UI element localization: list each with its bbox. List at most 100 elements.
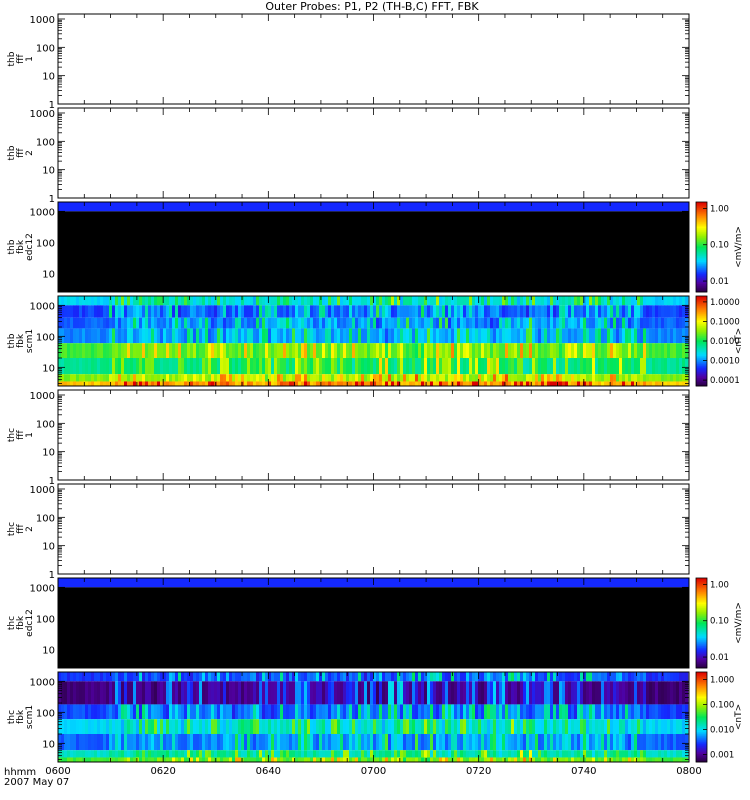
spectral-cell [190,704,194,720]
spectral-cell [619,681,623,705]
spectral-cell [595,305,599,318]
spectral-cell [538,757,542,762]
spectral-cell [268,681,272,705]
spectral-cell [253,296,257,306]
y-axis-label-line: 1 [25,56,35,62]
spectral-cell [304,704,308,720]
spectral-cell [640,734,644,751]
spectral-cell [226,757,230,762]
spectral-cell [322,317,326,329]
spectral-cell [259,704,263,720]
spectral-cell [214,374,218,382]
spectral-cell [661,317,665,329]
spectral-cell [76,358,80,375]
spectral-cell [208,374,212,382]
spectral-cell [220,719,224,735]
spectral-cell [184,296,188,306]
spectral-cell [418,757,422,762]
spectral-cell [394,374,398,382]
spectral-cell [97,672,101,682]
spectral-cell [493,328,497,344]
spectral-cell [502,719,506,735]
spectral-cell [676,296,680,306]
spectral-cell [97,734,101,751]
spectral-cell [328,672,332,682]
spectral-cell [328,343,332,359]
spectral-cell [217,343,221,359]
spectral-cell [484,704,488,720]
spectral-cell [550,750,554,758]
spectral-cell [115,305,119,318]
spectral-cell [103,305,107,318]
spectral-cell [103,719,107,735]
spectral-cell [412,750,416,758]
spectral-cell [382,328,386,344]
spectral-cell [277,317,281,329]
spectral-cell [520,757,524,762]
spectral-cell [490,381,494,386]
spectral-cell [124,358,128,375]
spectral-cell [328,305,332,318]
spectral-cell [358,719,362,735]
spectral-cell [340,704,344,720]
spectral-cell [604,719,608,735]
spectral-cell [343,358,347,375]
spectral-cell [340,672,344,682]
spectral-cell [295,719,299,735]
spectral-cell [235,328,239,344]
spectral-cell [445,704,449,720]
spectral-cell [541,374,545,382]
spectral-cell [208,681,212,705]
spectral-cell [430,317,434,329]
spectral-cell [328,757,332,762]
spectral-cell [199,750,203,758]
spectral-cell [568,381,572,386]
spectral-cell [67,757,71,762]
spectral-cell [583,719,587,735]
spectral-cell [211,358,215,375]
spectral-cell [145,358,149,375]
spectral-cell [301,704,305,720]
spectral-cell [553,750,557,758]
spectral-cell [190,719,194,735]
spectral-cell [673,704,677,720]
spectral-cell [529,317,533,329]
spectral-cell [100,734,104,751]
spectral-cell [391,381,395,386]
spectral-cell [184,734,188,751]
spectral-cell [88,328,92,344]
spectral-cell [451,328,455,344]
spectral-cell [652,734,656,751]
spectral-cell [490,358,494,375]
spectral-cell [205,719,209,735]
spectral-cell [472,672,476,682]
spectral-cell [598,317,602,329]
spectral-cell [475,719,479,735]
spectral-cell [535,305,539,318]
spectral-cell [205,305,209,318]
spectral-cell [451,305,455,318]
spectral-cell [427,757,431,762]
spectral-cell [397,374,401,382]
spectral-cell [151,343,155,359]
spectral-cell [631,681,635,705]
spectral-cell [334,750,338,758]
spectral-cell [553,681,557,705]
spectral-cell [622,681,626,705]
spectral-cell [439,358,443,375]
spectral-cell [490,328,494,344]
spectral-cell [121,381,125,386]
spectral-cell [259,672,263,682]
spectral-cell [304,381,308,386]
spectral-cell [547,305,551,318]
spectral-cell [406,672,410,682]
spectral-cell [529,719,533,735]
spectral-cell [268,704,272,720]
spectral-cell [370,358,374,375]
spectral-cell [298,757,302,762]
spectral-cell [580,317,584,329]
spectral-cell [508,734,512,751]
spectral-cell [79,750,83,758]
spectral-cell [211,305,215,318]
spectral-cell [385,734,389,751]
